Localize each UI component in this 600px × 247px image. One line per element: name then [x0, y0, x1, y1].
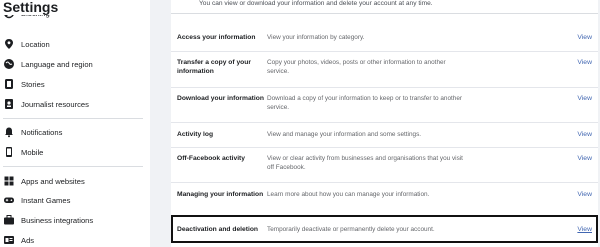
- sidebar-item-label: Apps and websites: [21, 176, 85, 186]
- sidebar-item-label: Stories: [21, 79, 45, 89]
- sidebar-item-label: Mobile: [21, 147, 44, 157]
- row-label: Activity log: [177, 131, 214, 138]
- sidebar-item-business-integrations[interactable]: Business integrations: [3, 211, 148, 229]
- row-description: Learn more about how you can manage your…: [267, 191, 430, 198]
- view-link[interactable]: View: [577, 34, 592, 41]
- view-link[interactable]: View: [577, 191, 592, 198]
- row-label: Access your information: [177, 34, 256, 41]
- settings-row-download-information[interactable]: Download your information Download a cop…: [171, 91, 598, 121]
- sidebar-item-label: Location: [21, 39, 50, 49]
- mobile-phone-icon: [3, 146, 15, 158]
- sidebar-item-stories[interactable]: Stories: [3, 75, 148, 93]
- sidebar-item-mobile[interactable]: Mobile: [3, 143, 148, 161]
- sidebar-item-label: Notifications: [21, 127, 63, 137]
- row-description: View or clear activity from businesses a…: [267, 155, 463, 171]
- view-link[interactable]: View: [577, 155, 592, 162]
- globe-icon: [3, 58, 15, 70]
- view-link[interactable]: View: [577, 59, 592, 66]
- sidebar-item-ads[interactable]: Ads: [3, 231, 148, 247]
- sidebar-divider: [3, 118, 143, 119]
- row-label: Download your information: [177, 95, 264, 102]
- row-description: View your information by category.: [267, 34, 365, 41]
- your-facebook-information-panel: You can view or download your informatio…: [171, 0, 598, 247]
- sidebar-item-label: Journalist resources: [21, 99, 89, 109]
- settings-row-managing-information[interactable]: Managing your information Learn more abo…: [171, 186, 598, 214]
- sidebar-item-location[interactable]: Location: [3, 35, 148, 53]
- intro-text: You can view or download your informatio…: [199, 0, 433, 7]
- settings-row-off-facebook-activity[interactable]: Off-Facebook activity View or clear acti…: [171, 150, 598, 180]
- stories-icon: [3, 78, 15, 90]
- settings-title: Settings: [3, 0, 63, 15]
- sidebar-item-language[interactable]: Language and region: [3, 55, 148, 73]
- row-description: Copy your photos, videos, posts or other…: [267, 59, 446, 75]
- row-label: Transfer a copy of your information: [177, 59, 251, 75]
- view-link[interactable]: View: [577, 131, 592, 138]
- sidebar-item-label: Ads: [21, 235, 35, 245]
- settings-row-activity-log[interactable]: Activity log View and manage your inform…: [171, 126, 598, 146]
- sidebar-item-apps-websites[interactable]: Apps and websites: [3, 172, 148, 190]
- sidebar-item-label: Language and region: [21, 59, 93, 69]
- sidebar-item-label: Business integrations: [21, 215, 94, 225]
- ads-icon: [3, 234, 15, 246]
- row-label: Managing your information: [177, 191, 264, 198]
- row-description: Temporarily deactivate or permanently de…: [267, 226, 435, 233]
- journalist-badge-icon: [3, 98, 15, 110]
- main-content: You can view or download your informatio…: [150, 0, 600, 247]
- view-link[interactable]: View: [577, 95, 592, 102]
- bell-icon: [3, 126, 15, 138]
- divider: [171, 122, 598, 123]
- business-briefcase-icon: [3, 214, 15, 226]
- settings-row-transfer-copy[interactable]: Transfer a copy of your information Copy…: [171, 55, 598, 85]
- sidebar-item-journalist-resources[interactable]: Journalist resources: [3, 95, 148, 113]
- settings-row-access-information[interactable]: Access your information View your inform…: [171, 28, 598, 50]
- sidebar-divider: [3, 166, 143, 167]
- sidebar-item-notifications[interactable]: Notifications: [3, 123, 148, 141]
- divider: [171, 147, 598, 148]
- sidebar-item-label: Instant Games: [21, 195, 71, 205]
- settings-row-deactivation-deletion[interactable]: Deactivation and deletion Temporarily de…: [171, 215, 598, 243]
- settings-sidebar: Settings Blocking Location Language and …: [0, 0, 150, 247]
- apps-grid-icon: [3, 175, 15, 187]
- row-label: Off-Facebook activity: [177, 155, 246, 162]
- sidebar-item-instant-games[interactable]: Instant Games: [3, 191, 148, 209]
- row-label: Deactivation and deletion: [177, 226, 259, 233]
- view-link[interactable]: View: [577, 226, 592, 233]
- divider: [171, 87, 598, 88]
- game-controller-icon: [3, 194, 15, 206]
- row-description: View and manage your information and som…: [267, 131, 422, 138]
- divider: [171, 13, 598, 14]
- divider: [171, 182, 598, 183]
- location-pin-icon: [3, 38, 15, 50]
- row-description: Download a copy of your information to k…: [267, 95, 463, 111]
- divider: [171, 51, 598, 52]
